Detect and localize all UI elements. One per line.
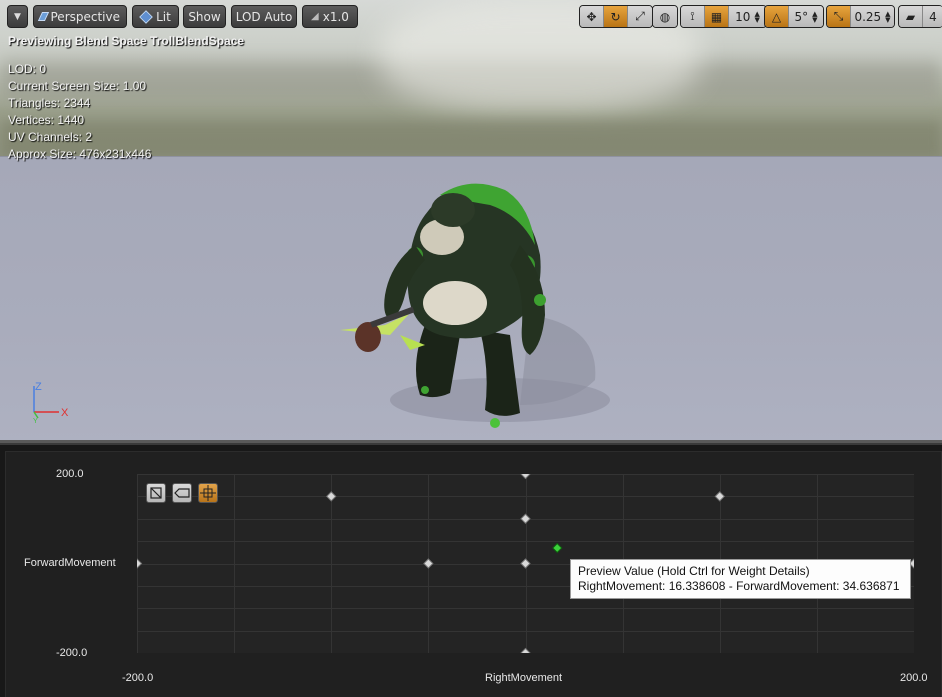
fit-arrows-icon [200,485,216,501]
troll-character-preview [340,183,610,428]
preview-title: Previewing Blend Space TrollBlendSpace [8,34,245,48]
rotate-tool-button[interactable]: ↻ [604,6,628,27]
spin-icon: ▲ ▼ [885,9,891,24]
lit-label: Lit [156,9,171,24]
rotation-snap-value-label: 5° [794,9,809,24]
lod-label: LOD Auto [235,9,293,24]
tooltip-title: Preview Value (Hold Ctrl for Weight Deta… [578,564,810,578]
axis-gizmo: Z X Y [33,381,69,423]
spin-icon: ▲ ▼ [812,9,818,24]
scale-tool-button[interactable]: ⤢ [628,6,652,27]
triangulation-toggle-button[interactable] [146,483,166,503]
transform-mode-group: ✥ ↻ ⤢ [579,5,653,28]
approx-size-info: Approx Size: 476x231x446 [8,147,152,161]
scale-snap-icon: ⤡ [833,9,844,23]
fit-to-view-button[interactable] [198,483,218,503]
angle-icon: △ [771,9,782,24]
y-axis-min-label: -200.0 [56,647,88,659]
triangulation-icon [150,487,162,499]
grid-snap-value-label: 10 [735,9,751,24]
rotation-snap-group: △ 5° ▲ ▼ [764,5,824,28]
blend-sample-point[interactable] [423,558,434,569]
move-arrows-icon: ✥ [586,9,597,24]
uv-channels-info: UV Channels: 2 [8,130,93,144]
rotation-snap-value[interactable]: 5° ▲ ▼ [789,6,823,27]
camera-speed-value[interactable]: 4 [923,6,942,27]
camera-speed-group: ▰ 4 [898,5,942,28]
chevron-down-icon: ▼ [14,11,21,22]
perspective-label: Perspective [50,9,121,24]
preview-value-tooltip: Preview Value (Hold Ctrl for Weight Deta… [570,559,911,599]
scale-icon: ⤢ [635,9,645,23]
perspective-icon [37,12,49,21]
blend-sample-point[interactable] [520,647,531,659]
camera-speed-button[interactable]: ▰ [899,6,923,27]
rotate-icon: ↻ [610,9,621,24]
lod-button[interactable]: LOD Auto [231,5,297,28]
animation-names-toggle-button[interactable] [172,483,192,503]
surface-snap-icon: ⟟ [690,9,695,23]
y-axis-name-label: ForwardMovement [24,557,116,569]
preview-point-marker[interactable] [552,542,563,554]
translate-tool-button[interactable]: ✥ [580,6,604,27]
gizmo-z-label: Z [35,381,42,393]
show-button[interactable]: Show [183,5,226,28]
perspective-button[interactable]: Perspective [33,5,127,28]
triangles-info: Triangles: 2344 [8,96,91,110]
world-space-button[interactable]: ◍ [653,6,677,27]
blend-sample-point[interactable] [131,558,143,569]
lit-sphere-icon [139,9,153,24]
scale-snap-value-label: 0.25 [854,9,882,24]
speed-icon: ◢ [311,11,319,22]
spin-icon: ▲ ▼ [754,9,760,24]
camera-icon: ▰ [905,9,916,24]
y-axis-max-label: 200.0 [56,468,84,480]
blend-sample-point[interactable] [326,491,337,502]
globe-icon: ◍ [659,9,671,24]
viewport-options-button[interactable]: ▼ [7,5,28,28]
show-label: Show [188,9,221,24]
surface-snap-button[interactable]: ⟟ [681,6,705,27]
playback-speed-button[interactable]: ◢ x1.0 [302,5,358,28]
screen-size-info: Current Screen Size: 1.00 [8,79,147,93]
grid-icon: ▦ [710,9,723,24]
lod-info: LOD: 0 [8,62,47,76]
scale-snap-group: ⤡ 0.25 ▲ ▼ [826,5,895,28]
blend-sample-point[interactable] [714,491,725,502]
vertices-info: Vertices: 1440 [8,113,85,127]
blend-sample-point[interactable] [520,468,531,480]
blend-sample-point[interactable] [520,513,531,524]
label-tag-icon [174,488,190,498]
x-axis-min-label: -200.0 [122,672,154,684]
grid-snap-group: ⟟ ▦ 10 ▲ ▼ [680,5,767,28]
grid-snap-toggle[interactable]: ▦ [705,6,729,27]
tooltip-value: RightMovement: 16.338608 - ForwardMoveme… [578,578,900,593]
gizmo-x-label: X [61,407,69,419]
camera-speed-value-label: 4 [929,9,937,24]
x-axis-max-label: 200.0 [900,672,928,684]
rotation-snap-toggle[interactable]: △ [765,6,789,27]
preview-viewport[interactable]: Previewing Blend Space TrollBlendSpace L… [0,0,942,443]
scale-snap-toggle[interactable]: ⤡ [827,6,851,27]
coordinate-space-group: ◍ [652,5,678,28]
scale-snap-value[interactable]: 0.25 ▲ ▼ [851,6,894,27]
x-axis-name-label: RightMovement [485,672,563,684]
speed-label: x1.0 [322,9,349,24]
gizmo-y-label: Y [33,418,38,423]
grid-snap-value[interactable]: 10 ▲ ▼ [729,6,766,27]
blend-sample-point[interactable] [520,558,531,569]
view-mode-lit-button[interactable]: Lit [132,5,179,28]
